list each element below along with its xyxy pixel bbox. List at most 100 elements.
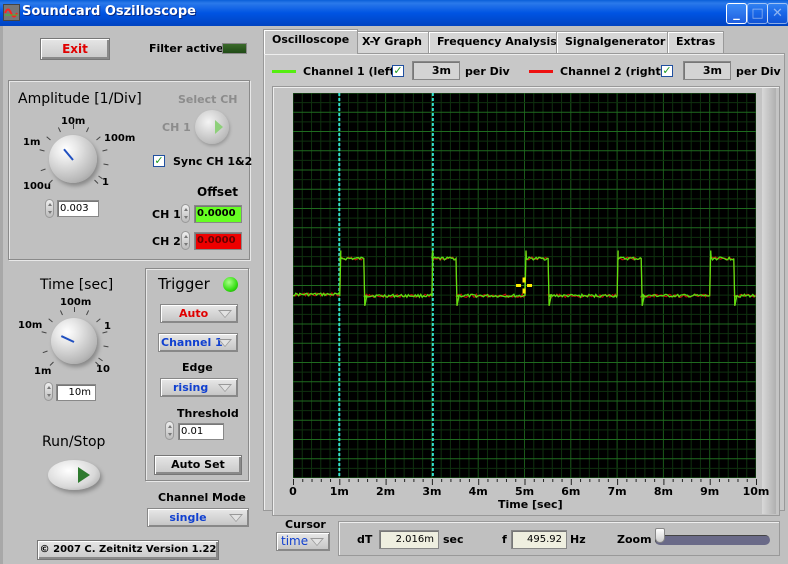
- channel2-per-div-label: per Div: [736, 65, 781, 78]
- filter-active-label: Filter active: [149, 42, 224, 55]
- graph-frame-edge: [762, 88, 776, 514]
- time-knob-tick: [74, 307, 75, 312]
- amp-scale-1: 1: [102, 177, 109, 188]
- amp-scale-100u: 100u: [23, 181, 51, 192]
- exit-label: Exit: [62, 42, 88, 56]
- channel1-legend-line: [272, 70, 296, 73]
- auto-set-label: Auto Set: [171, 458, 225, 471]
- channel2-checkbox[interactable]: ✓: [661, 65, 673, 77]
- tab-label: Frequency Analysis: [437, 35, 557, 48]
- tab-oscilloscope[interactable]: Oscilloscope: [263, 29, 359, 54]
- trigger-edge-value: rising: [173, 381, 209, 394]
- trigger-group: [145, 268, 249, 481]
- cursor-label: Cursor: [285, 518, 326, 531]
- channel1-per-div-input[interactable]: 3m: [412, 61, 460, 80]
- cursor-mode-value: time: [281, 534, 309, 548]
- x-tick-label: 7m: [607, 485, 627, 498]
- time-scale-1m: 1m: [34, 366, 52, 377]
- x-tick-label: 4m: [468, 485, 488, 498]
- offset-ch1-spin[interactable]: [181, 204, 190, 223]
- threshold-input[interactable]: 0.01: [178, 423, 224, 440]
- zoom-slider-thumb[interactable]: [655, 528, 665, 543]
- exit-button[interactable]: Exit: [40, 38, 110, 60]
- x-tick-label: 1m: [329, 485, 349, 498]
- amplitude-spin-buttons[interactable]: [45, 199, 54, 218]
- filter-active-led: [222, 43, 247, 54]
- amplitude-title: Amplitude [1/Div]: [18, 91, 142, 107]
- x-tick-label: 3m: [422, 485, 442, 498]
- trigger-title: Trigger: [158, 275, 210, 293]
- tab-label: X-Y Graph: [362, 35, 422, 48]
- offset-title: Offset: [197, 185, 238, 199]
- channel2-legend-line: [529, 70, 553, 73]
- time-scale-1: 1: [104, 321, 111, 332]
- auto-set-button[interactable]: Auto Set: [154, 455, 242, 475]
- play-icon: [215, 120, 223, 134]
- offset-ch1-input[interactable]: 0.0000: [194, 205, 242, 223]
- chevron-down-icon: [218, 310, 232, 318]
- time-title: Time [sec]: [40, 277, 114, 293]
- x-tick-label: 0: [289, 485, 297, 498]
- sync-ch-checkbox[interactable]: ✓: [153, 155, 165, 167]
- zoom-label: Zoom: [617, 533, 652, 546]
- edge-label: Edge: [182, 361, 213, 374]
- run-stop-button[interactable]: [48, 460, 100, 490]
- time-spin-buttons[interactable]: [44, 382, 53, 401]
- tab-signalgenerator[interactable]: Signalgenerator: [556, 31, 675, 53]
- f-label: f: [502, 533, 507, 546]
- time-value-input[interactable]: 10m: [56, 384, 96, 401]
- time-scale-100m: 100m: [60, 297, 92, 308]
- channel-mode-dropdown[interactable]: single: [147, 508, 249, 527]
- amplitude-value-input[interactable]: 0.003: [57, 200, 99, 217]
- channel1-label: Channel 1 (left): [303, 65, 400, 78]
- select-ch-button[interactable]: [195, 110, 229, 144]
- amplitude-knob-pointer: [63, 148, 74, 161]
- app-icon: [3, 4, 20, 21]
- chevron-down-icon: [229, 514, 243, 522]
- about-button[interactable]: © 2007 C. Zeitnitz Version 1.22: [37, 540, 219, 560]
- chevron-down-icon: [218, 384, 232, 392]
- dt-unit: sec: [443, 533, 464, 546]
- dt-label: dT: [357, 533, 373, 546]
- select-ch-value: CH 1: [162, 121, 191, 134]
- amplitude-knob[interactable]: [49, 135, 97, 183]
- tab-label: Oscilloscope: [272, 33, 350, 46]
- minimize-button[interactable]: _: [726, 3, 747, 24]
- window-title: Soundcard Oszilloscope: [22, 4, 196, 19]
- offset-ch2-label: CH 2: [152, 235, 181, 248]
- tab-frequency-analysis[interactable]: Frequency Analysis: [428, 31, 566, 53]
- maximize-icon: □: [751, 6, 764, 21]
- oscilloscope-plot[interactable]: [293, 93, 756, 478]
- x-tick-label: 10m: [742, 485, 770, 498]
- trigger-mode-dropdown[interactable]: Auto: [160, 304, 238, 323]
- offset-ch2-input[interactable]: 0.0000: [194, 232, 242, 250]
- amplitude-knob-tick: [73, 124, 74, 129]
- cursor-marker-right: [527, 284, 533, 287]
- chevron-down-icon: [310, 538, 324, 546]
- maximize-button[interactable]: □: [747, 3, 768, 24]
- offset-ch2-spin[interactable]: [181, 231, 190, 250]
- trigger-source-dropdown[interactable]: Channel 1: [158, 333, 238, 352]
- zoom-slider-track[interactable]: [655, 535, 770, 545]
- tab-label: Signalgenerator: [565, 35, 666, 48]
- x-tick-label: 9m: [700, 485, 720, 498]
- x-axis-title: Time [sec]: [498, 498, 563, 511]
- channel2-per-div-input[interactable]: 3m: [683, 61, 731, 80]
- trigger-led: [223, 277, 238, 292]
- x-tick-label: 6m: [561, 485, 581, 498]
- trigger-mode-value: Auto: [179, 307, 209, 320]
- threshold-spin-buttons[interactable]: [165, 421, 174, 440]
- chevron-down-icon: [218, 339, 232, 347]
- cursor-mode-dropdown[interactable]: time: [276, 532, 330, 551]
- run-stop-label: Run/Stop: [42, 434, 106, 450]
- time-knob[interactable]: [51, 318, 97, 364]
- x-tick-label: 5m: [514, 485, 535, 498]
- trigger-edge-dropdown[interactable]: rising: [160, 378, 238, 397]
- channel2-label: Channel 2 (right): [560, 65, 666, 78]
- channel1-checkbox[interactable]: ✓: [392, 65, 404, 77]
- close-button[interactable]: ✕: [767, 3, 788, 24]
- tab-extras[interactable]: Extras: [667, 31, 725, 53]
- time-knob-pointer: [60, 335, 75, 343]
- cursor-marker-top: [522, 277, 526, 283]
- tab-xy-graph[interactable]: X-Y Graph: [353, 31, 431, 53]
